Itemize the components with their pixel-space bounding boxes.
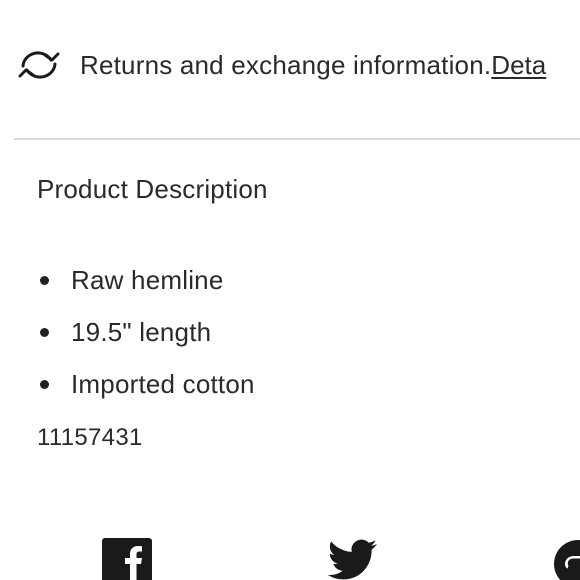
product-description-title: Product Description [37,174,268,204]
pinterest-icon[interactable] [552,532,580,580]
product-sku: 11157431 [37,424,143,451]
list-item-text: Imported cotton [71,368,255,399]
returns-info-text: Returns and exchange information. [80,49,492,80]
twitter-icon[interactable] [325,532,379,580]
product-description-list: Raw hemline 19.5" length Imported cotton [37,254,255,410]
list-item-text: 19.5" length [71,316,212,347]
list-item: Raw hemline [37,254,255,306]
list-item-text: Raw hemline [71,264,224,295]
facebook-icon[interactable] [102,532,152,580]
list-item: 19.5" length [37,306,255,358]
refresh-arrows-icon [14,44,64,86]
bullet-icon [40,327,49,337]
returns-details-link[interactable]: Deta [491,50,546,81]
section-divider [14,138,580,140]
bullet-icon [40,379,49,389]
returns-info-row: Returns and exchange information. Deta [14,44,546,86]
bullet-icon [40,275,49,285]
share-icons-row [0,532,580,580]
list-item: Imported cotton [37,358,255,410]
